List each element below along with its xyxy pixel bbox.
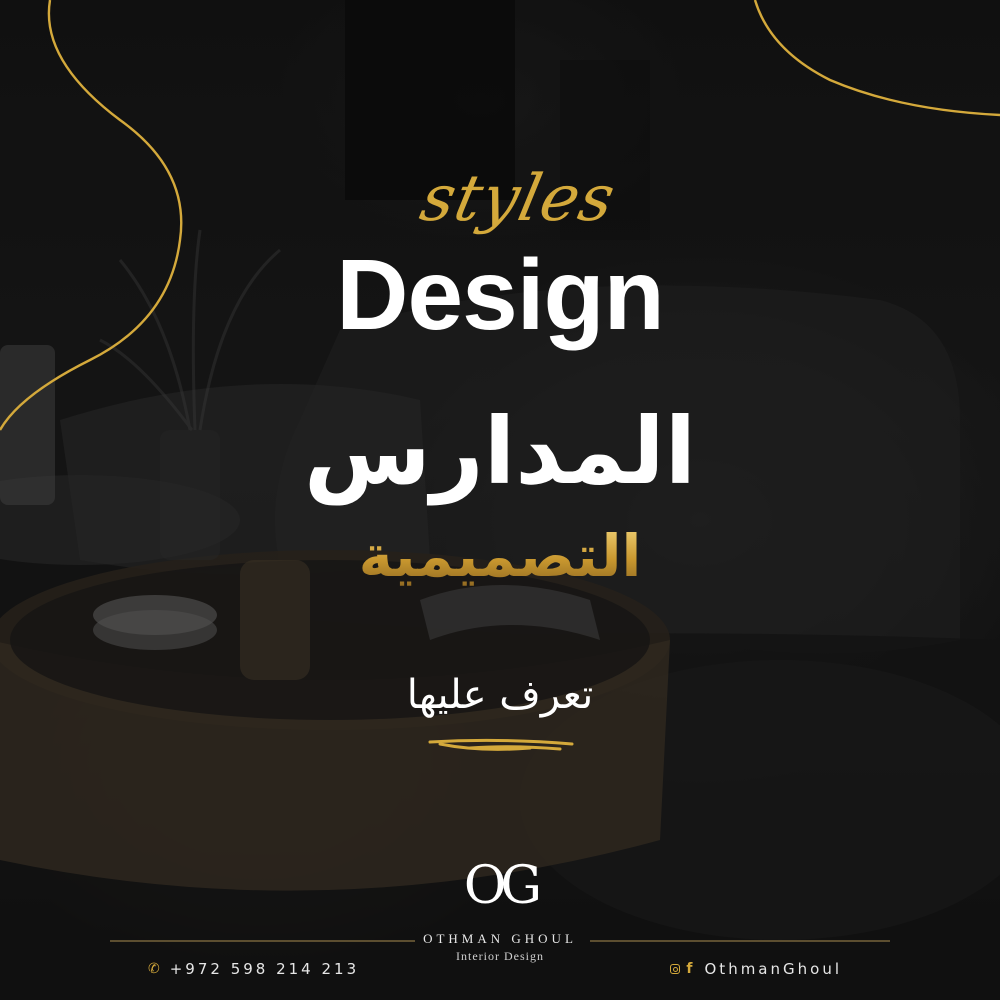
social-contact: f OthmanGhoul (670, 960, 842, 978)
arabic-title: المدارس (303, 398, 697, 505)
phone-contact: ✆ +972 598 214 213 (148, 960, 359, 978)
arabic-call-to-action: تعرف عليها (406, 672, 594, 718)
instagram-icon (670, 964, 681, 974)
poster: styles Design المدارس التصميمية تعرف علي… (0, 0, 1000, 1000)
main-title: Design (336, 239, 664, 351)
brand-monogram-logo: OG (463, 856, 542, 916)
phone-icon: ✆ (148, 961, 160, 977)
facebook-icon: f (686, 961, 693, 977)
phone-number: +972 598 214 213 (169, 960, 360, 978)
arabic-subtitle: التصميمية (0, 522, 1000, 590)
brand-name: OTHMAN GHOUL (423, 931, 577, 946)
social-handle: OthmanGhoul (704, 960, 842, 978)
script-word: styles (414, 162, 622, 236)
